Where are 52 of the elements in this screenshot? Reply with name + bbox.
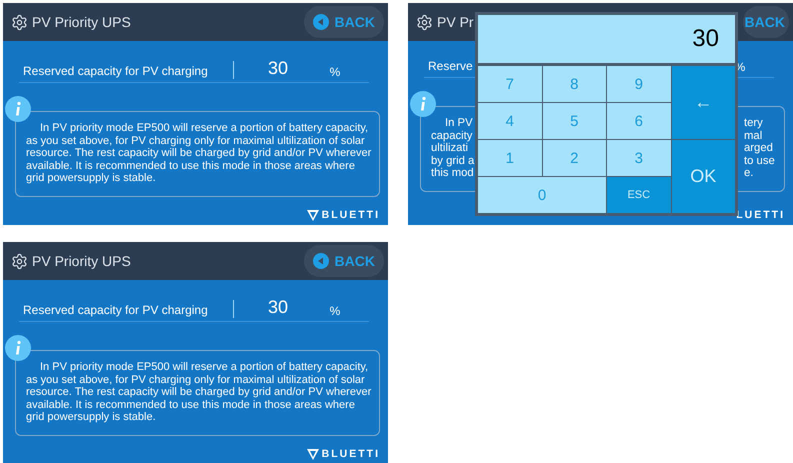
brand-logo: LUETTI <box>736 209 785 221</box>
unit-label: % <box>328 304 342 318</box>
logo-icon <box>306 210 319 220</box>
keypad-key[interactable]: 9 <box>607 66 670 102</box>
settings-icon <box>11 252 28 270</box>
setting-value[interactable]: 30 <box>241 297 315 318</box>
settings-icon <box>416 14 433 30</box>
info-text: capacity <box>431 130 474 142</box>
info-text: In PV priority mode EP500 will reserve a portion of battery capacity, as you set above, for PV charging only for maximal ultilization of solar resource. The rest capacity will be charged by grid and/or PV wherever available. It is recommended to use this mode in those areas where grid powersupply is stable. <box>26 361 372 424</box>
info-text: arged <box>744 142 774 155</box>
back-button[interactable]: BACK <box>304 6 384 38</box>
keypad-key[interactable]: ← <box>672 66 735 139</box>
info-icon <box>5 335 31 361</box>
info-text: mal <box>744 130 764 142</box>
info-text: to use <box>744 154 776 168</box>
settings-icon <box>11 14 28 30</box>
info-text: by grid a <box>431 154 476 168</box>
screen-title: PV Priority UPS <box>32 14 131 30</box>
keypad-key[interactable]: 2 <box>542 140 606 176</box>
info-text: this mod <box>431 167 475 180</box>
setting-label: Reserve <box>427 58 474 74</box>
info-text: tery <box>744 117 764 130</box>
keypad-key[interactable]: 8 <box>542 66 606 102</box>
keypad-key[interactable]: 5 <box>542 103 606 139</box>
info-icon <box>410 91 436 117</box>
back-button[interactable]: BACK <box>742 6 789 38</box>
back-button[interactable]: BACK <box>304 245 384 277</box>
screen-title: PV Priority UPS <box>32 253 131 269</box>
setting-label: Reserved capacity for PV charging <box>22 302 209 318</box>
logo-icon <box>306 448 319 460</box>
info-text: In PV priority mode EP500 will reserve a portion of battery capacity, as you set above, for PV charging only for maximal ultilization of solar resource. The rest capacity will be charged by grid and/or PV wherever available. It is recommended to use this mode in those areas where grid powersupply is stable. <box>26 122 372 185</box>
info-text: e. <box>744 167 754 180</box>
keypad-key[interactable]: 3 <box>607 140 670 176</box>
brand-logo: BLUETTI <box>322 209 380 221</box>
keypad-key[interactable]: 1 <box>478 140 542 176</box>
text-cursor <box>233 300 234 318</box>
keypad-key[interactable]: 7 <box>478 66 542 102</box>
screen-title: PV Pr <box>437 14 474 30</box>
keypad-key[interactable]: 6 <box>607 103 670 139</box>
unit-label: % <box>328 65 342 79</box>
keypad-key[interactable]: OK <box>672 140 735 213</box>
info-text: In PV <box>444 117 474 130</box>
info-icon <box>5 96 31 122</box>
text-cursor <box>233 61 234 79</box>
info-text: ultilizati <box>431 142 470 155</box>
keypad-key[interactable]: 4 <box>478 103 542 139</box>
setting-value[interactable]: 30 <box>241 58 315 79</box>
keypad-key[interactable]: 0 <box>478 177 606 213</box>
setting-label: Reserved capacity for PV charging <box>22 63 209 79</box>
keypad-display: 30 <box>478 15 735 63</box>
keypad-key[interactable]: ESC <box>607 177 670 213</box>
brand-logo: BLUETTI <box>322 448 380 460</box>
